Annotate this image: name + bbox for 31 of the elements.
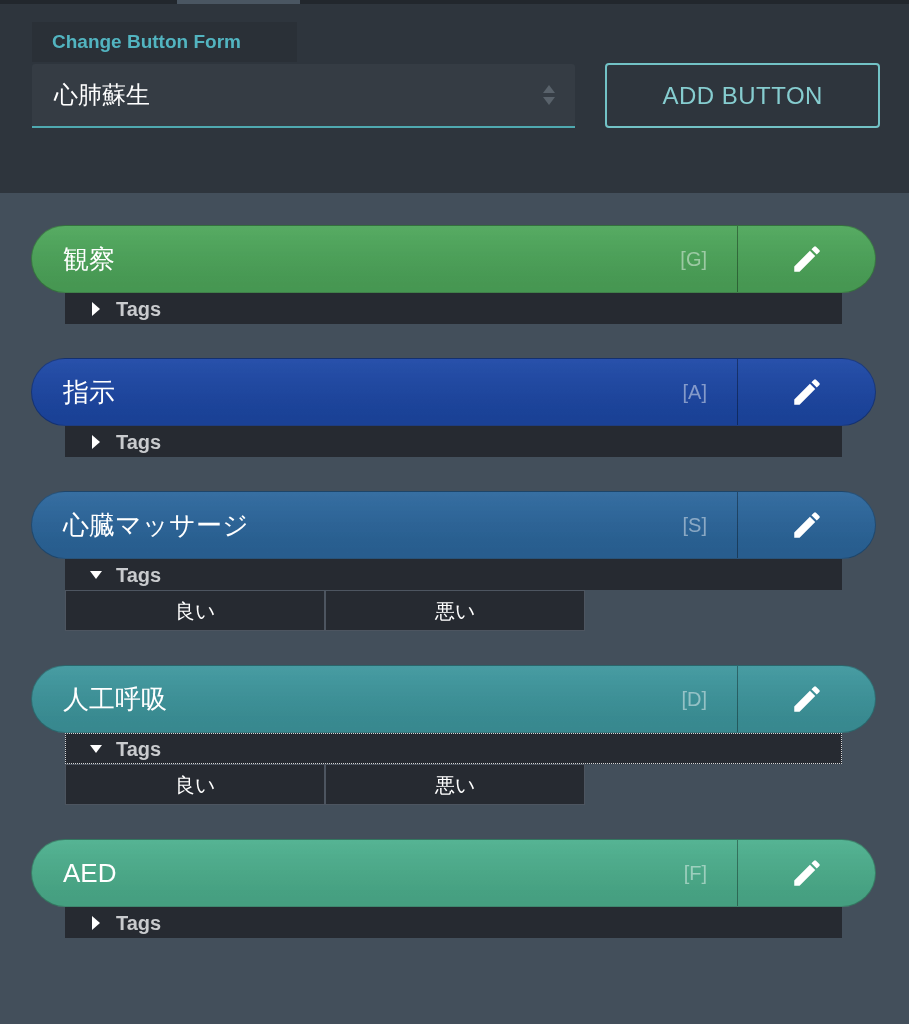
add-button[interactable]: ADD BUTTON <box>605 63 880 128</box>
tags-toggle[interactable]: Tags <box>65 559 842 590</box>
button-label: AED <box>63 856 117 890</box>
edit-button[interactable] <box>737 358 876 426</box>
button-label: 指示 <box>63 375 115 409</box>
shortcut-key: [S] <box>682 510 707 540</box>
shortcut-key: [F] <box>683 858 707 888</box>
edit-button[interactable] <box>737 491 876 559</box>
tag-option[interactable]: 良い <box>65 590 325 631</box>
edit-button[interactable] <box>737 665 876 733</box>
form-select[interactable]: 心肺蘇生 <box>32 64 576 128</box>
tags-toggle[interactable]: Tags <box>65 293 842 324</box>
tag-option[interactable]: 良い <box>65 764 325 805</box>
button-label: 観察 <box>63 242 115 276</box>
edit-button[interactable] <box>737 225 876 293</box>
category-button[interactable]: 指示 [A] <box>31 358 737 426</box>
form-title: Change Button Form <box>32 22 297 62</box>
shortcut-key: [G] <box>680 244 707 274</box>
tags-toggle[interactable]: Tags <box>65 907 842 938</box>
edit-button[interactable] <box>737 839 876 907</box>
tag-option[interactable]: 悪い <box>325 590 585 631</box>
button-label: 人工呼吸 <box>63 682 167 716</box>
shortcut-key: [D] <box>681 684 707 714</box>
category-button[interactable]: 心臓マッサージ [S] <box>31 491 737 559</box>
category-button[interactable]: 人工呼吸 [D] <box>31 665 737 733</box>
tag-option[interactable]: 悪い <box>325 764 585 805</box>
sort-arrows-icon <box>543 85 556 105</box>
tags-toggle[interactable]: Tags <box>65 733 842 764</box>
shortcut-key: [A] <box>682 377 707 407</box>
tags-toggle[interactable]: Tags <box>65 426 842 457</box>
button-label: 心臓マッサージ <box>63 508 249 542</box>
